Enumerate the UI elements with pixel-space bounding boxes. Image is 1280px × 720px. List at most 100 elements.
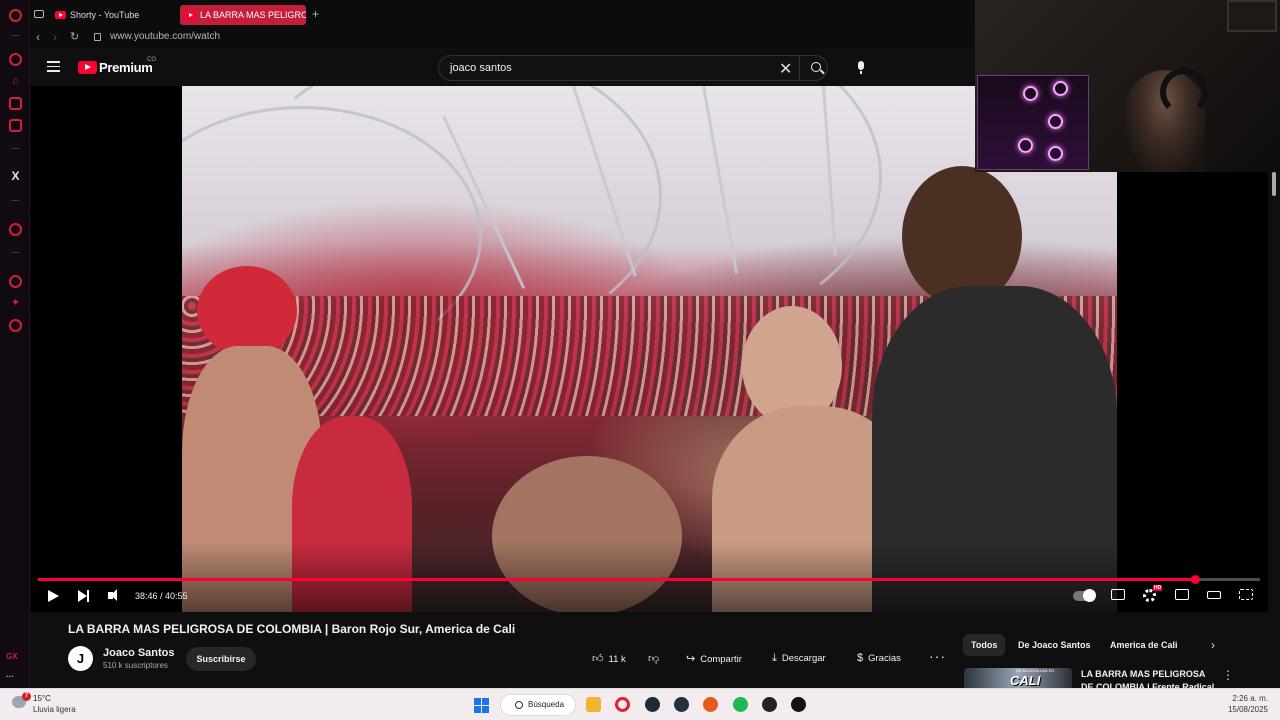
channel-name[interactable]: Joaco Santos [103,647,175,659]
rgb-fan [1018,138,1033,153]
search-input[interactable]: joaco santos [450,62,512,74]
forward-arrow-icon[interactable]: › [53,30,57,44]
app-icon[interactable] [674,697,689,712]
miniplayer-icon[interactable] [1175,589,1189,600]
theater-mode-icon[interactable] [1207,591,1221,599]
more-actions-icon[interactable]: ··· [929,648,946,664]
hamburger-menu-icon[interactable] [47,61,60,75]
youtube-header: Premium CO joaco santos ✕ [30,48,975,86]
temperature[interactable]: 15°C [33,694,51,703]
history-icon[interactable] [9,275,22,288]
app-icon[interactable] [791,697,806,712]
rgb-fan [1023,86,1038,101]
twitch-icon[interactable] [9,97,22,110]
tab-label: Shorty - YouTube [70,10,140,20]
related-video-menu-icon[interactable]: ⋮ [1222,668,1234,682]
tab-menu-icon[interactable] [34,10,44,18]
clock-date[interactable]: 15/08/2025 [1228,705,1268,714]
progress-played [38,578,1196,581]
sidebar-more-icon[interactable]: ··· [6,672,14,681]
taskbar-search[interactable]: Búsqueda [500,694,576,716]
volume-icon[interactable] [108,589,117,601]
windows-start-icon[interactable] [474,698,489,713]
hd-badge: HD [1153,585,1163,591]
tab-label: LA BARRA MAS PELIGROSA DE COLOMBIA [200,10,306,20]
chip-all[interactable]: Todos [963,634,1006,656]
settings-icon[interactable] [9,319,22,332]
clear-search-icon[interactable]: ✕ [779,59,792,79]
search-icon[interactable] [811,62,821,72]
tab-bar: Shorty - YouTube LA BARRA MAS PELIGROSA … [30,0,975,28]
sidebar-divider [11,35,19,36]
file-explorer-icon[interactable] [586,697,601,712]
taskbar-search-label: Búsqueda [528,700,565,709]
like-count: 11 k [608,654,626,665]
region-code: CO [147,57,156,63]
chevron-right-icon[interactable]: › [1211,638,1215,652]
subtitles-icon[interactable] [1111,589,1125,600]
extensions-icon[interactable]: ✦ [9,297,22,310]
share-button[interactable]: ↪ Compartir [686,652,742,665]
progress-bar[interactable] [38,575,1260,584]
sidebar-divider [11,252,19,253]
webcam-overlay [975,0,1280,172]
chip-from-channel[interactable]: De Joaco Santos [1010,634,1099,656]
back-arrow-icon[interactable]: ‹ [36,30,40,44]
video-title: LA BARRA MAS PELIGROSA DE COLOMBIA | Bar… [68,622,516,636]
subscribe-button[interactable]: Suscribirse [186,647,256,671]
app-icon[interactable] [762,697,777,712]
next-video-icon[interactable] [78,590,89,602]
wall-picture [1227,0,1277,32]
clock-time[interactable]: 2:26 a. m. [1232,694,1268,703]
player-icon[interactable] [9,223,22,236]
channel-avatar[interactable]: J [68,646,93,671]
download-button[interactable]: ⤓ Descargar [772,652,826,665]
bag-icon[interactable]: ⌂ [9,75,22,88]
search-divider [799,56,800,80]
time-display: 38:46 / 40:55 [135,591,188,601]
youtube-logo-icon[interactable] [78,61,97,74]
thanks-button[interactable]: $ Gracias [857,652,901,664]
fullscreen-icon[interactable] [1239,589,1253,600]
gx-control-icon[interactable] [9,53,22,66]
new-tab-plus-icon[interactable]: + [312,7,319,21]
like-button[interactable]: 👍︎ 11 k [592,652,626,665]
headset [1160,68,1208,116]
reload-icon[interactable]: ↻ [70,30,79,43]
dislike-button[interactable]: 👎︎ [648,652,664,665]
search-box[interactable]: joaco santos ✕ [438,55,828,81]
opera-icon[interactable] [615,697,630,712]
sidebar-divider [11,148,19,149]
play-icon[interactable] [48,590,59,602]
tab-active-video[interactable]: LA BARRA MAS PELIGROSA DE COLOMBIA [180,5,306,25]
weather-alert-badge: 7 [22,692,31,701]
related-video-thumbnail[interactable]: SE ACUCHILLAN EN CALI [964,668,1072,688]
chip-america-de-cali[interactable]: America de Cali [1102,634,1186,656]
spotify-icon[interactable] [733,697,748,712]
messenger-icon[interactable] [9,119,22,132]
app-icon[interactable] [703,697,718,712]
app-icon[interactable] [645,697,660,712]
gx-label: GX [6,652,18,661]
opera-logo-icon[interactable] [9,9,22,22]
thumbs-up-icon: 👍︎ [592,653,604,665]
tab-shorty[interactable]: Shorty - YouTube [50,5,200,25]
controls-gradient [30,542,1268,612]
related-video-title[interactable]: LA BARRA MAS PELIGROSA DE COLOMBIA | Fre… [1081,668,1216,688]
page-scrollbar[interactable] [1272,172,1276,196]
x-twitter-icon[interactable]: X [9,170,22,183]
autoplay-toggle[interactable] [1073,589,1096,602]
subscriber-count: 510 k suscriptores [103,661,168,670]
thanks-dollar-icon: $ [857,652,864,664]
share-arrow-icon: ↪ [686,653,696,665]
youtube-premium-wordmark[interactable]: Premium [99,60,153,75]
rgb-fan [1048,114,1063,129]
weather-condition[interactable]: Lluvia ligera [33,705,76,714]
opera-sidebar: ⌂ X ✦ GX ··· [0,0,30,688]
microphone-icon[interactable] [858,61,864,74]
thumbs-down-icon: 👎︎ [648,653,660,665]
rgb-fan [1048,146,1063,161]
url-field[interactable]: www.youtube.com/watch [110,31,220,42]
thumbnail-caption: CALI [1010,673,1041,688]
youtube-favicon-icon [55,11,66,19]
